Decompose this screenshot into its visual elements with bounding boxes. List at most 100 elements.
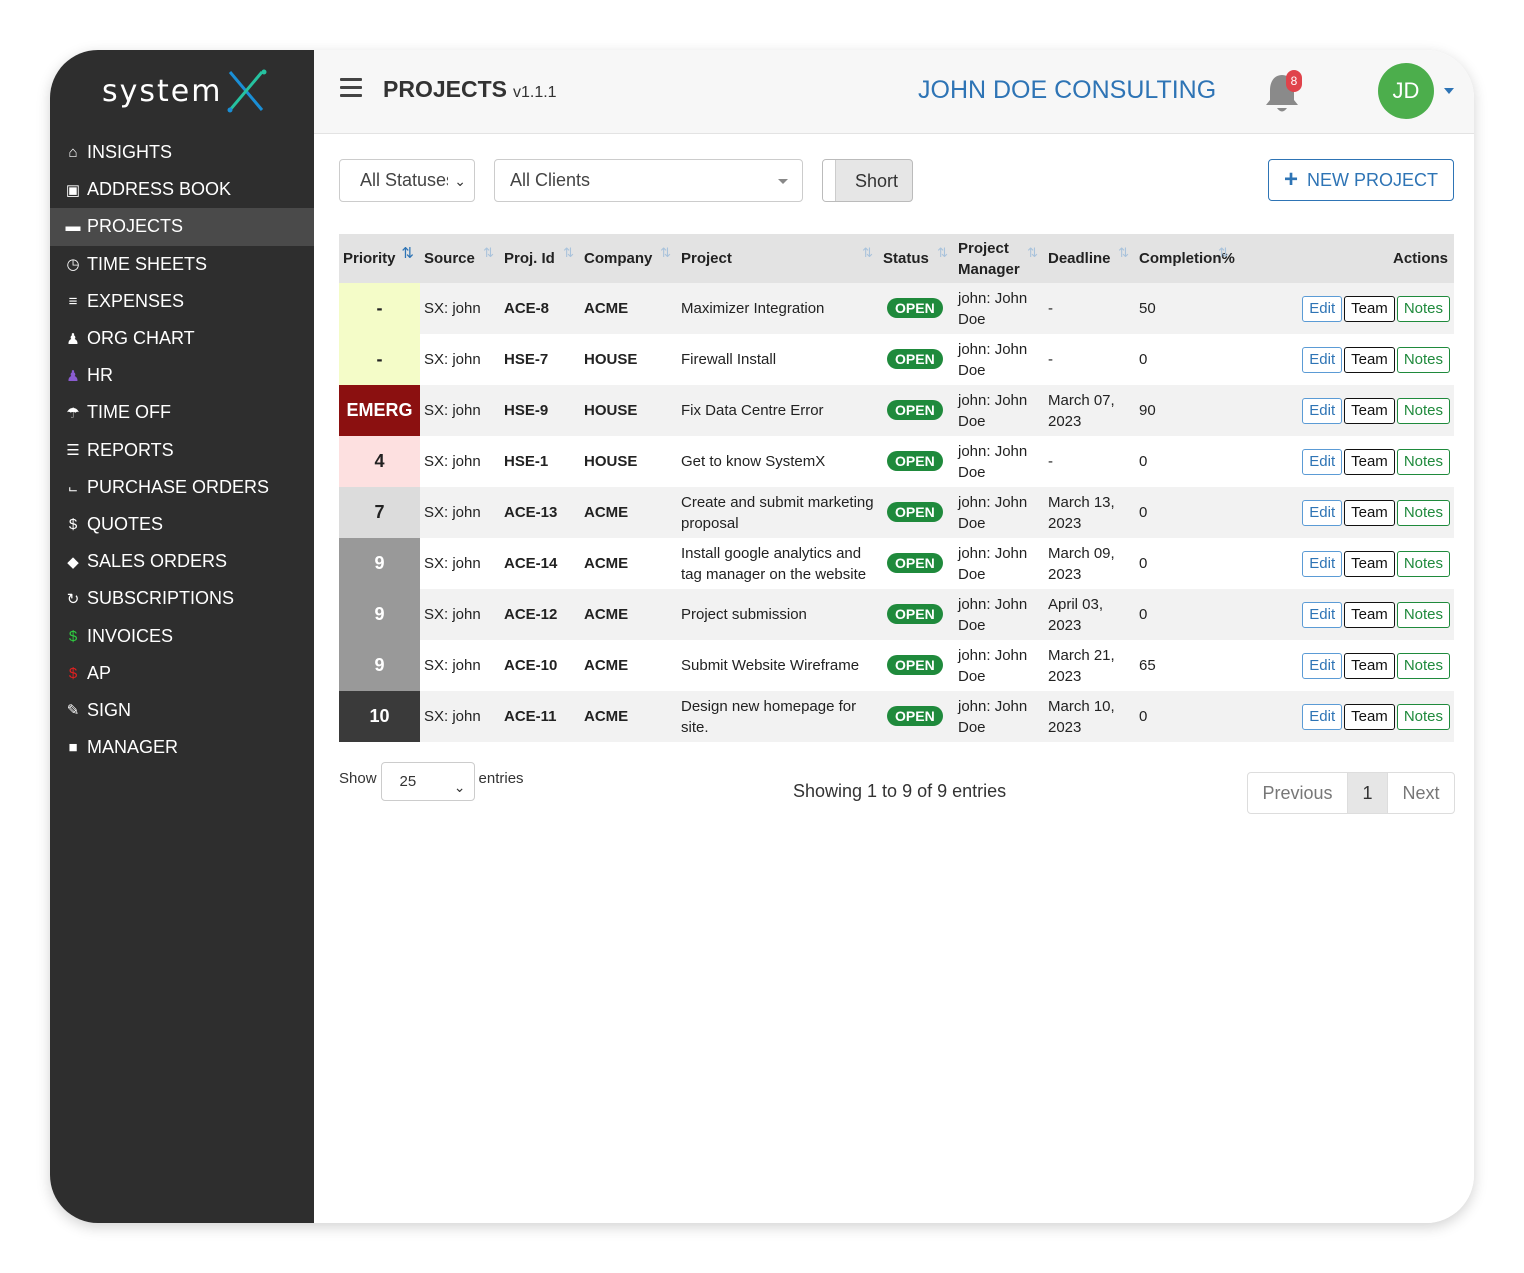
edit-button[interactable]: Edit <box>1302 448 1343 475</box>
column-header-company[interactable]: Company ⇅ <box>580 234 677 283</box>
team-button[interactable]: Team <box>1344 448 1395 475</box>
notifications-button[interactable]: 8 <box>1264 70 1304 116</box>
project-id-cell[interactable]: HSE-1 <box>500 436 580 487</box>
team-button[interactable]: Team <box>1344 550 1395 577</box>
sidebar-item-label: REPORTS <box>87 439 174 460</box>
column-header-status[interactable]: Status ⇅ <box>879 234 954 283</box>
project-id-cell[interactable]: ACE-14 <box>500 538 580 589</box>
edit-button[interactable]: Edit <box>1302 652 1343 679</box>
sidebar-item-projects[interactable]: ▬ PROJECTS <box>50 208 314 246</box>
notes-button[interactable]: Notes <box>1396 499 1450 526</box>
project-id-cell[interactable]: HSE-9 <box>500 385 580 436</box>
sidebar-item-hr[interactable]: ♟ HR <box>50 357 314 394</box>
completion-cell: 50 <box>1135 283 1235 334</box>
company-name[interactable]: JOHN DOE CONSULTING <box>918 76 1216 105</box>
sidebar-item-sales-orders[interactable]: ◆ SALES ORDERS <box>50 543 314 580</box>
entries-per-page-select[interactable]: 25 ⌄ <box>380 762 475 801</box>
table-row[interactable]: 7 SX: john ACE-13 ACME Create and submit mar… <box>339 487 1454 538</box>
next-page-button[interactable]: Next <box>1388 773 1454 813</box>
sidebar-item-address-book[interactable]: ▣ ADDRESS BOOK <box>50 171 314 208</box>
notes-button[interactable]: Notes <box>1396 601 1450 628</box>
notes-button[interactable]: Notes <box>1396 346 1450 373</box>
notes-button[interactable]: Notes <box>1396 652 1450 679</box>
table-row[interactable]: EMERG SX: john HSE-9 HOUSE Fix Data Centre E… <box>339 385 1454 436</box>
previous-page-button[interactable]: Previous <box>1248 773 1348 813</box>
sidebar-item-manager[interactable]: ■ MANAGER <box>50 729 314 766</box>
user-menu-caret-icon[interactable] <box>1444 88 1454 94</box>
column-header-source[interactable]: Source ⇅ <box>420 234 500 283</box>
edit-button[interactable]: Edit <box>1302 703 1343 730</box>
table-row[interactable]: 9 SX: john ACE-14 ACME Install google analyt… <box>339 538 1454 589</box>
project-id-cell[interactable]: ACE-8 <box>500 283 580 334</box>
deadline-cell: April 03, 2023 <box>1044 589 1135 640</box>
edit-button[interactable]: Edit <box>1302 550 1343 577</box>
edit-button[interactable]: Edit <box>1302 499 1343 526</box>
actions-cell: Edit Team Notes <box>1235 487 1454 538</box>
table-row[interactable]: 10 SX: john ACE-11 ACME Design new homepage … <box>339 691 1454 742</box>
column-header-project[interactable]: Project ⇅ <box>677 234 879 283</box>
column-header-proj-id[interactable]: Proj. Id ⇅ <box>500 234 580 283</box>
source-cell: SX: john <box>420 538 500 589</box>
edit-button[interactable]: Edit <box>1302 397 1343 424</box>
notes-button[interactable]: Notes <box>1396 397 1450 424</box>
team-button[interactable]: Team <box>1344 601 1395 628</box>
sidebar-item-time-sheets[interactable]: ◷ TIME SHEETS <box>50 246 314 283</box>
edit-button[interactable]: Edit <box>1302 295 1343 322</box>
sidebar-item-reports[interactable]: ☰ REPORTS <box>50 432 314 469</box>
sidebar-item-ap[interactable]: $ AP <box>50 655 314 692</box>
project-id-cell[interactable]: ACE-13 <box>500 487 580 538</box>
project-id-cell[interactable]: ACE-10 <box>500 640 580 691</box>
table-row[interactable]: 9 SX: john ACE-10 ACME Submit Website Wirefr… <box>339 640 1454 691</box>
notes-button[interactable]: Notes <box>1396 703 1450 730</box>
status-filter-select[interactable]: All Statuses ⌄ <box>339 159 475 202</box>
notes-button[interactable]: Notes <box>1396 550 1450 577</box>
column-header-completion[interactable]: Completion% ⇅ <box>1135 234 1235 283</box>
project-name-cell: Install google analytics and tag manager… <box>677 538 879 589</box>
main-area: PROJECTS v1.1.1 JOHN DOE CONSULTING 8 JD … <box>314 50 1474 1223</box>
briefcase-icon: ▬ <box>65 218 81 236</box>
menu-toggle-icon[interactable] <box>340 78 362 102</box>
column-header-deadline[interactable]: Deadline ⇅ <box>1044 234 1135 283</box>
sidebar-item-insights[interactable]: ⌂ INSIGHTS <box>50 134 314 171</box>
sidebar-item-expenses[interactable]: ≡ EXPENSES <box>50 283 314 320</box>
short-view-toggle[interactable]: Short <box>822 159 913 202</box>
column-header-priority[interactable]: Priority ⇅ <box>339 234 420 283</box>
table-row[interactable]: - SX: john ACE-8 ACME Maximizer Integration O… <box>339 283 1454 334</box>
actions-cell: Edit Team Notes <box>1235 691 1454 742</box>
user-avatar[interactable]: JD <box>1378 63 1434 119</box>
team-button[interactable]: Team <box>1344 703 1395 730</box>
table-row[interactable]: 4 SX: john HSE-1 HOUSE Get to know SystemX OP… <box>339 436 1454 487</box>
sidebar-item-time-off[interactable]: ☂ TIME OFF <box>50 394 314 431</box>
team-button[interactable]: Team <box>1344 295 1395 322</box>
clients-filter-select[interactable]: All Clients <box>494 159 803 202</box>
sidebar-item-invoices[interactable]: $ INVOICES <box>50 617 314 654</box>
show-label: Show <box>339 770 377 787</box>
column-header-project-manager[interactable]: Project Manager ⇅ <box>954 234 1044 283</box>
status-badge: OPEN <box>887 706 943 726</box>
project-id-cell[interactable]: HSE-7 <box>500 334 580 385</box>
sidebar-item-purchase-orders[interactable]: ⨽ PURCHASE ORDERS <box>50 469 314 506</box>
sidebar-item-subscriptions[interactable]: ↻ SUBSCRIPTIONS <box>50 580 314 617</box>
sidebar-item-sign[interactable]: ✎ SIGN <box>50 692 314 729</box>
actions-cell: Edit Team Notes <box>1235 334 1454 385</box>
sidebar-item-org-chart[interactable]: ♟ ORG CHART <box>50 320 314 357</box>
systemx-logo[interactable]: system <box>102 66 268 116</box>
sidebar-item-label: PURCHASE ORDERS <box>87 476 270 497</box>
sidebar-item-quotes[interactable]: $ QUOTES <box>50 506 314 543</box>
notes-button[interactable]: Notes <box>1396 448 1450 475</box>
project-id-cell[interactable]: ACE-11 <box>500 691 580 742</box>
new-project-button[interactable]: + NEW PROJECT <box>1268 159 1454 201</box>
team-button[interactable]: Team <box>1344 397 1395 424</box>
team-button[interactable]: Team <box>1344 652 1395 679</box>
edit-button[interactable]: Edit <box>1302 601 1343 628</box>
project-id-cell[interactable]: ACE-12 <box>500 589 580 640</box>
notes-button[interactable]: Notes <box>1396 295 1450 322</box>
edit-button[interactable]: Edit <box>1302 346 1343 373</box>
table-row[interactable]: - SX: john HSE-7 HOUSE Firewall Install OPEN j… <box>339 334 1454 385</box>
table-row[interactable]: 9 SX: john ACE-12 ACME Project submission OPE… <box>339 589 1454 640</box>
sidebar-item-label: MANAGER <box>87 737 179 758</box>
page-1-button[interactable]: 1 <box>1348 773 1388 813</box>
entries-label: entries <box>478 770 524 787</box>
team-button[interactable]: Team <box>1344 499 1395 526</box>
team-button[interactable]: Team <box>1344 346 1395 373</box>
